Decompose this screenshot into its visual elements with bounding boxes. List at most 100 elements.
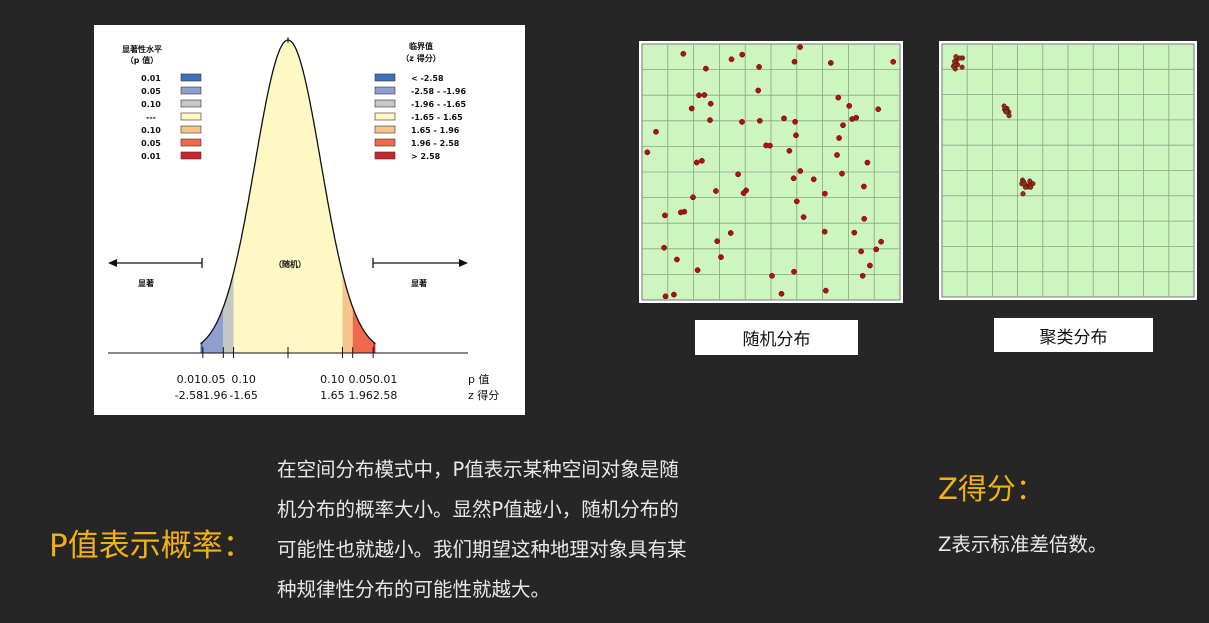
z-tick-label: 1.65: [320, 389, 345, 402]
cluster-point: [953, 54, 959, 60]
random-point: [836, 135, 842, 141]
p-axis-label: p 值: [468, 373, 489, 386]
left-significant-label: 显著: [138, 278, 154, 288]
random-point: [839, 170, 845, 177]
random-point: [778, 290, 785, 297]
legend-z-range: > 2.58: [411, 152, 441, 161]
random-point: [701, 92, 708, 98]
legend-z-range: 1.96 - 2.58: [411, 139, 460, 148]
random-point: [690, 194, 696, 201]
cluster-map-grid: [941, 43, 1195, 298]
random-point: [864, 159, 871, 166]
random-point: [739, 51, 746, 58]
random-point: [755, 87, 762, 94]
p-tick-label: 0.05: [348, 373, 373, 386]
legend-swatch: [180, 86, 202, 95]
legend-swatch: [180, 112, 202, 121]
random-point: [707, 100, 714, 107]
right-legend-subtitle: （z 得分）: [401, 53, 440, 63]
p-tick-label: 0.01: [177, 373, 202, 386]
legend-p-value: 0.01: [141, 74, 161, 83]
random-point: [873, 246, 880, 253]
z-tick-label: 1.96: [348, 389, 373, 402]
random-point: [822, 287, 829, 294]
random-point: [688, 105, 695, 112]
legend-swatch: [180, 151, 202, 160]
random-point: [790, 175, 797, 182]
cluster-point: [1006, 113, 1012, 119]
cluster-map-caption: 聚类分布: [994, 318, 1153, 352]
random-point: [834, 152, 840, 158]
random-point: [810, 176, 817, 183]
random-point: [822, 190, 828, 197]
random-point: [840, 122, 846, 129]
legend-z-range: < -2.58: [411, 74, 444, 83]
random-point: [694, 267, 701, 273]
left-significant-arrow: [108, 258, 203, 268]
random-point: [769, 272, 775, 279]
p-description-line: 在空间分布模式中，P值表示某种空间对象是随: [277, 458, 679, 481]
p-tick-label: 0.01: [373, 373, 398, 386]
random-point: [890, 58, 897, 65]
random-point: [797, 44, 803, 50]
random-point: [680, 50, 687, 57]
random-point: [846, 103, 853, 109]
random-point: [696, 92, 702, 99]
legend-p-value: 0.05: [141, 139, 161, 148]
random-point: [797, 168, 804, 174]
z-score-title: Z得分：: [938, 472, 1045, 506]
region-p010-left: [223, 272, 234, 353]
random-point: [851, 229, 858, 236]
random-point: [875, 106, 882, 113]
legend-swatch: [180, 99, 202, 108]
random-point: [827, 60, 834, 66]
random-point: [703, 65, 709, 72]
right-significant-arrow: [372, 258, 468, 268]
p-description-line: 机分布的概率大小。显然P值越小，随机分布的: [277, 498, 679, 521]
cluster-distribution-map: [939, 41, 1197, 300]
legend-p-value: 0.10: [141, 126, 161, 135]
legend-z-range: 1.65 - 1.96: [411, 126, 460, 135]
legend-p-value: ---: [146, 113, 156, 122]
legend-z-range: -1.65 - 1.65: [411, 113, 463, 122]
legend-swatch: [374, 112, 396, 121]
random-point: [727, 230, 734, 236]
random-point: [714, 238, 721, 245]
right-significant-label: 显著: [411, 278, 427, 288]
random-point: [693, 159, 700, 166]
random-point: [671, 291, 677, 298]
random-point: [867, 262, 873, 269]
p-tick-label: 0.10: [231, 373, 256, 386]
z-axis-label: z 得分: [468, 389, 499, 402]
random-map-grid: [641, 43, 901, 301]
random-point: [713, 188, 719, 194]
p-tick-label: 0.05: [201, 373, 226, 386]
p-description-line: 种规律性分布的可能性就越大。: [277, 578, 551, 601]
random-point: [644, 149, 651, 156]
normal-distribution-diagram: 显著性水平 （p 值） 临界值 （z 得分） 0.01 < -2.58 0.05 -2…: [108, 37, 499, 402]
left-legend-title: 显著性水平: [122, 44, 162, 54]
cluster-point: [959, 64, 965, 70]
legend-swatch: [374, 99, 396, 108]
random-point: [859, 272, 866, 279]
legend-swatch: [374, 138, 396, 147]
random-point: [653, 128, 659, 135]
random-point: [858, 248, 864, 255]
legend-swatch: [374, 125, 396, 134]
region-random: [233, 40, 343, 353]
random-point: [707, 117, 713, 123]
legend-p-value: 0.01: [141, 152, 161, 161]
random-point: [739, 119, 745, 125]
z-score-description: Z表示标准差倍数。: [938, 533, 1108, 556]
random-point: [791, 268, 797, 275]
random-point: [740, 190, 747, 196]
random-point: [861, 215, 868, 222]
random-point: [699, 157, 705, 164]
cluster-point: [1003, 109, 1009, 115]
z-tick-label: 2.58: [373, 389, 398, 402]
random-distribution-map: [639, 41, 903, 303]
random-point: [793, 132, 799, 139]
legend-p-value: 0.05: [141, 87, 161, 96]
p-value-title: P值表示概率：: [49, 528, 254, 564]
z-tick-label: -1.65: [229, 389, 257, 402]
